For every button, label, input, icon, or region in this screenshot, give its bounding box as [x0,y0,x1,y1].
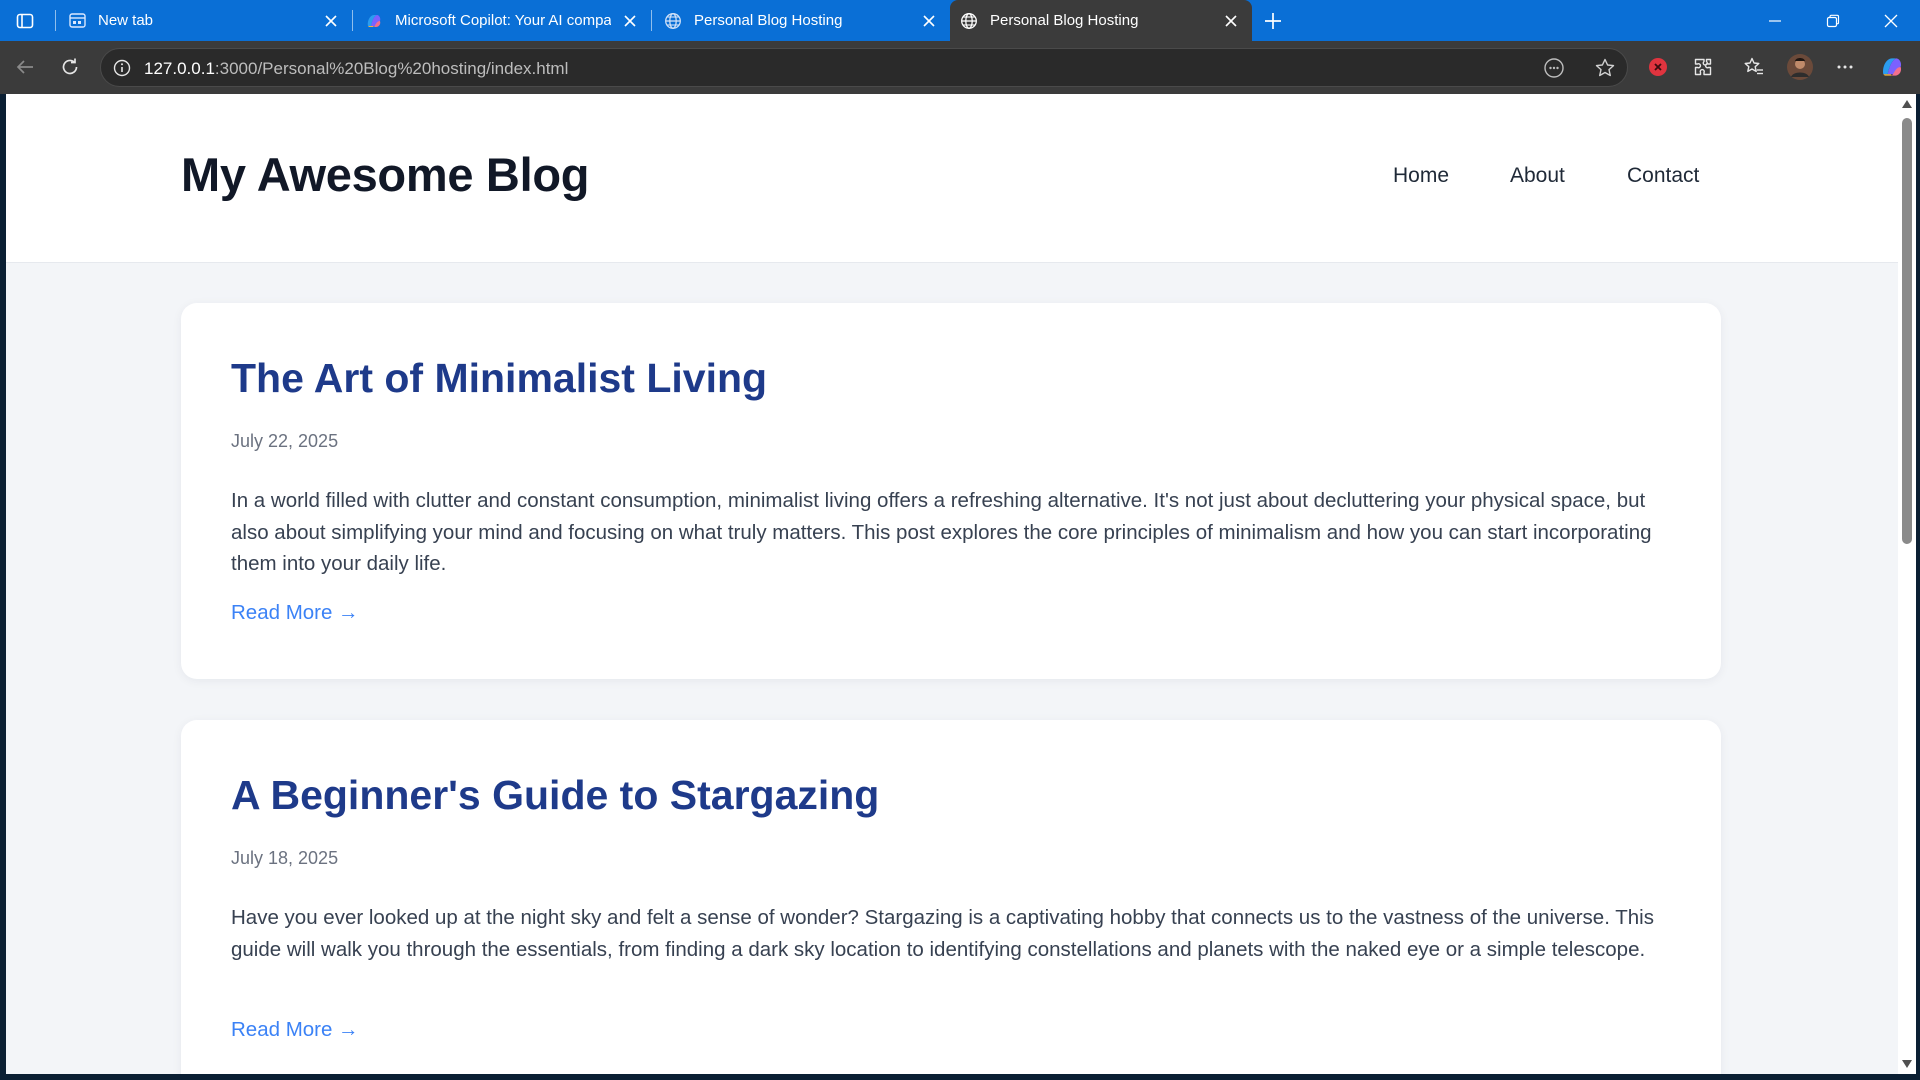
copilot-sidebar-button[interactable] [1875,50,1909,84]
nav-link-contact[interactable]: Contact [1627,164,1699,188]
tab-title: Personal Blog Hosting [990,12,1139,29]
tab-close-icon[interactable] [619,10,641,32]
profile-button[interactable] [1783,50,1817,84]
tab-title: Personal Blog Hosting [694,12,843,29]
url-text[interactable]: 127.0.0.1:3000/Personal%20Blog%20hosting… [144,59,568,79]
nav-link-about[interactable]: About [1510,164,1565,188]
tab-close-icon[interactable] [918,10,940,32]
tab-close-icon[interactable] [320,10,342,32]
tab-close-icon[interactable] [1220,10,1242,32]
nav-link-home[interactable]: Home [1393,164,1449,188]
minimize-button[interactable] [1746,0,1804,41]
tab-title: New tab [98,12,154,29]
more-horizontal-icon [1837,65,1853,69]
back-button[interactable] [8,50,42,84]
close-window-button[interactable] [1862,0,1920,41]
refresh-icon [62,58,78,75]
extensions-button[interactable] [1686,50,1720,84]
tab-personal-blog-hosting-active[interactable]: Personal Blog Hosting [950,0,1252,41]
settings-more-button[interactable] [1828,50,1862,84]
favorites-list-icon [1744,57,1763,75]
address-bar[interactable]: 127.0.0.1:3000/Personal%20Blog%20hosting… [100,48,1628,87]
blog-post-card: A Beginner's Guide to Stargazing July 18… [181,720,1721,1074]
scroll-up-arrow-icon[interactable] [1898,98,1916,110]
blog-post-card: The Art of Minimalist Living July 22, 20… [181,303,1721,679]
minimize-icon [1769,19,1781,22]
post-date: July 22, 2025 [231,431,339,451]
post-excerpt: Have you ever looked up at the night sky… [231,906,1654,961]
avatar [1787,54,1813,80]
refresh-button[interactable] [53,50,87,84]
page-viewport: My Awesome Blog Home About Contact The A… [6,94,1898,1074]
read-more-link[interactable]: Read More → [231,601,359,625]
close-icon [1884,14,1898,27]
site-header: My Awesome Blog Home About Contact [6,94,1898,263]
copilot-icon [365,12,383,30]
globe-icon [664,12,682,30]
globe-icon [960,12,978,30]
window-bottom-edge [0,1074,1920,1080]
post-title[interactable]: A Beginner's Guide to Stargazing [231,772,879,819]
new-tab-button[interactable] [1260,8,1286,34]
tab-strip: New tab Microsoft Copilot: Your AI compa… [0,0,1920,41]
post-title[interactable]: The Art of Minimalist Living [231,355,767,402]
browser-toolbar: 127.0.0.1:3000/Personal%20Blog%20hosting… [0,41,1920,94]
restore-icon [1826,14,1840,27]
extension-error-button[interactable] [1641,50,1675,84]
site-title[interactable]: My Awesome Blog [181,147,589,202]
site-info-icon[interactable] [111,57,133,79]
favorite-star-icon[interactable] [1593,56,1617,80]
read-more-link[interactable]: Read More → [231,1018,359,1042]
copilot-icon [1883,58,1902,76]
tab-new-tab[interactable]: New tab [56,0,352,41]
tab-actions-menu-button[interactable] [12,9,38,33]
post-excerpt: In a world filled with clutter and const… [231,489,1652,575]
tab-title: Microsoft Copilot: Your AI compa [395,12,611,29]
post-date: July 18, 2025 [231,848,339,868]
back-arrow-icon [16,60,33,74]
plus-icon [1265,13,1281,29]
reader-view-icon[interactable] [1542,56,1566,80]
new-tab-page-icon [68,12,86,30]
tab-microsoft-copilot[interactable]: Microsoft Copilot: Your AI compa [353,0,651,41]
scrollbar-thumb[interactable] [1902,118,1912,544]
vertical-scrollbar[interactable] [1898,94,1916,1074]
url-path: :3000/Personal%20Blog%20hosting/index.ht… [214,59,569,78]
error-badge-icon [1649,58,1667,76]
restore-button[interactable] [1804,0,1862,41]
favorites-button[interactable] [1737,50,1771,84]
tab-actions-icon [16,13,34,29]
scroll-down-arrow-icon[interactable] [1898,1058,1916,1070]
tab-personal-blog-hosting[interactable]: Personal Blog Hosting [652,0,950,41]
url-host: 127.0.0.1 [144,59,215,78]
puzzle-piece-icon [1694,58,1712,76]
